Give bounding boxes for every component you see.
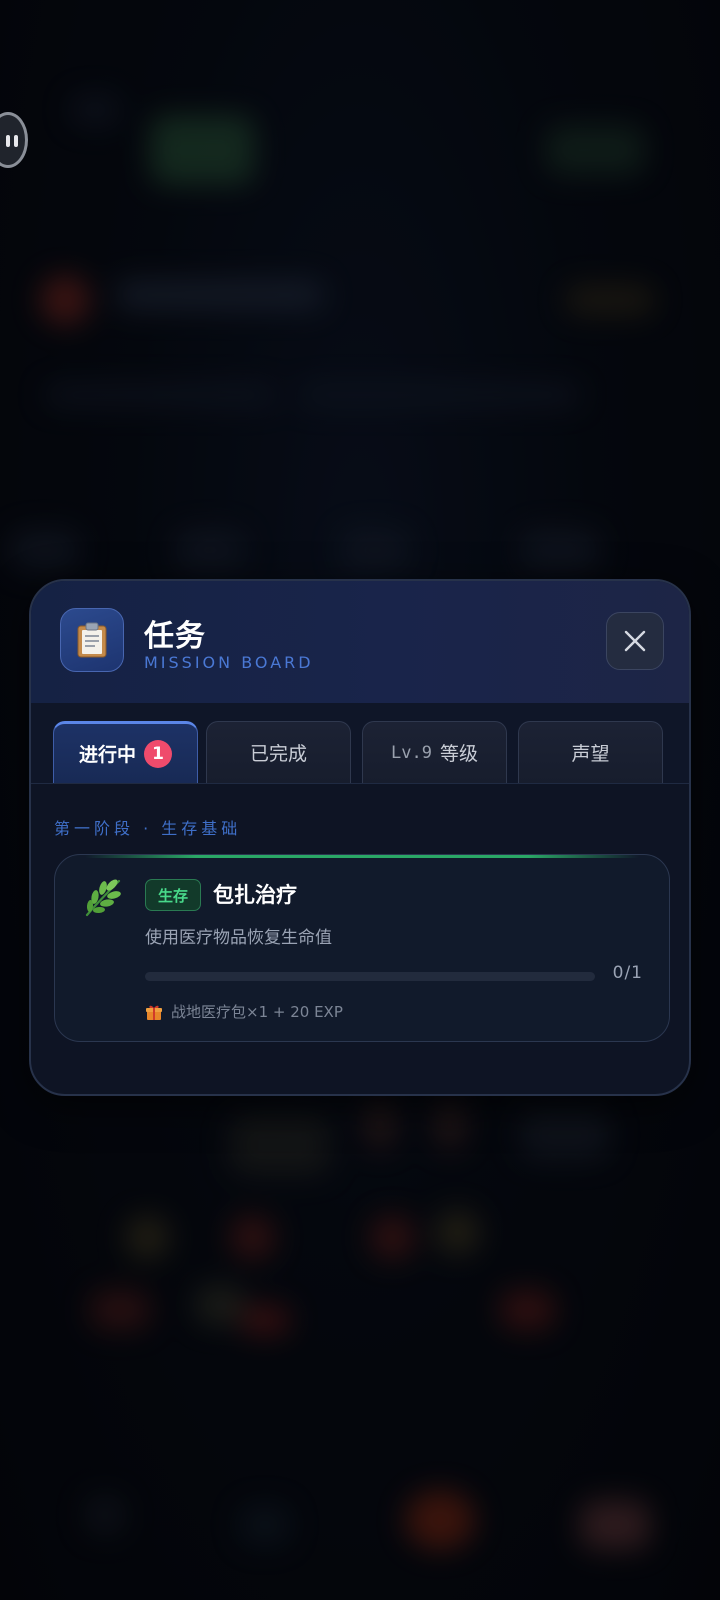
task-reward: 战地医疗包×1 + 20 EXP [145,1001,343,1022]
screen: 任务 MISSION BOARD 进行中 1 已完成 Lv.9 等级 声望 第一… [0,0,720,1600]
tab-in-progress[interactable]: 进行中 1 [53,721,198,783]
gift-icon [146,1005,162,1020]
dialog-header: 任务 MISSION BOARD [31,581,689,704]
tab-bar: 进行中 1 已完成 Lv.9 等级 声望 [31,703,689,784]
task-description: 使用医疗物品恢复生命值 [145,928,332,948]
mission-board-dialog: 任务 MISSION BOARD 进行中 1 已完成 Lv.9 等级 声望 第一… [29,579,691,1096]
category-tag: 生存 [145,879,202,911]
tab-level[interactable]: Lv.9 等级 [362,721,507,783]
level-value: Lv.9 [391,742,432,763]
dialog-title: 任务 [144,619,206,654]
close-icon [624,630,646,652]
tab-reputation[interactable]: 声望 [518,721,663,783]
herb-icon [85,879,121,917]
task-progress-text: 0/1 [612,963,643,983]
tab-label: 进行中 [78,744,136,766]
task-progress-bar [145,972,595,981]
reward-text: 战地医疗包×1 + 20 EXP [171,1003,343,1021]
count-badge: 1 [144,739,172,768]
dialog-subtitle: MISSION BOARD [144,653,314,672]
tab-completed[interactable]: 已完成 [206,721,351,783]
tab-label: 声望 [571,743,610,765]
card-accent-line [85,855,639,858]
close-button[interactable] [606,612,664,670]
task-title: 包扎治疗 [213,883,297,907]
stage-section-label: 第一阶段 · 生存基础 [54,819,242,838]
tab-label: 等级 [439,743,478,765]
clipboard-icon [60,608,124,672]
task-card[interactable]: 生存 包扎治疗 使用医疗物品恢复生命值 0/1 战地医疗包×1 + 20 EXP [54,854,670,1042]
tab-label: 已完成 [249,743,307,765]
